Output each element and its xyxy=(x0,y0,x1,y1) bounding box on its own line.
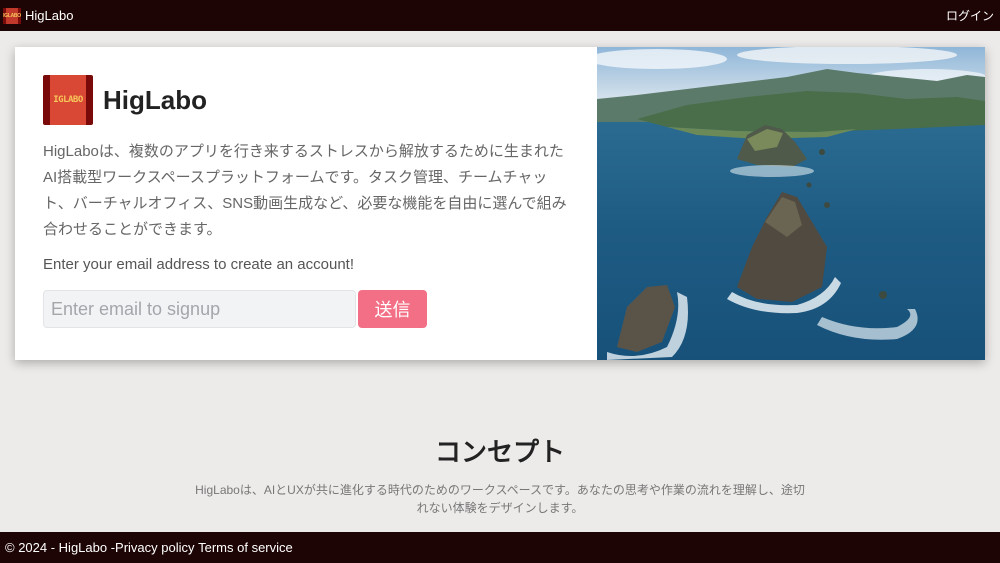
higlabo-logo-icon: IGLABO xyxy=(43,75,93,125)
terms-of-service-link[interactable]: Terms of service xyxy=(198,540,293,555)
login-link[interactable]: ログイン xyxy=(946,7,994,24)
hero-logo-row: IGLABO HigLabo xyxy=(43,75,569,125)
brand-link[interactable]: IGLABO HigLabo xyxy=(3,7,74,24)
logo-text: IGLABO xyxy=(53,95,83,105)
send-button[interactable]: 送信 xyxy=(358,290,427,328)
footer: © 2024 - HigLabo - Privacy policy Terms … xyxy=(0,532,1000,563)
hero-coastal-image xyxy=(597,47,985,360)
brand-logo-text: IGLABO xyxy=(3,12,21,19)
concept-description: HigLaboは、AIとUXが共に進化する時代のためのワークスペースです。あなた… xyxy=(195,483,805,515)
hero-description: HigLaboは、複数のアプリを行き来するストレスから解放するために生まれたAI… xyxy=(43,143,567,238)
hero-title: HigLabo xyxy=(103,84,207,115)
hero-card: IGLABO HigLabo HigLaboは、複数のアプリを行き来するストレス… xyxy=(15,47,985,360)
concept-title: コンセプト xyxy=(434,437,565,467)
privacy-policy-link[interactable]: Privacy policy xyxy=(115,540,194,555)
brand-logo-icon: IGLABO xyxy=(3,7,21,24)
email-signup-input[interactable] xyxy=(43,290,356,328)
brand-name: HigLabo xyxy=(25,8,74,23)
coastal-photo-illustration xyxy=(597,47,985,360)
hero-content: IGLABO HigLabo HigLaboは、複数のアプリを行き来するストレス… xyxy=(15,47,597,360)
signup-prompt: Enter your email address to create an ac… xyxy=(43,256,355,273)
top-navbar: IGLABO HigLabo ログイン xyxy=(0,0,1000,31)
signup-form: 送信 xyxy=(43,290,569,328)
footer-copyright: © 2024 - HigLabo - xyxy=(5,540,116,555)
